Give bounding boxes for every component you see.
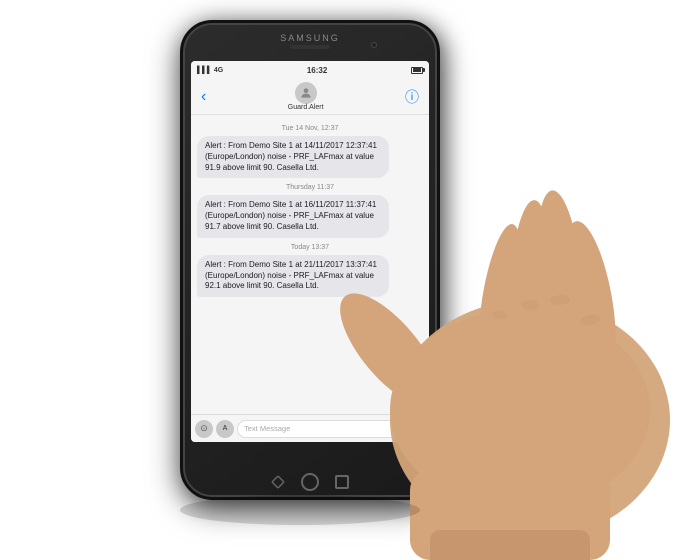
contact-info[interactable]: Guard.Alert xyxy=(288,82,324,111)
avatar-icon xyxy=(299,86,313,100)
phone-wrapper: SAMSUNG ▌▌▌ 4G 16:32 xyxy=(180,20,440,500)
messages-area: Tue 14 Nov, 12:37 Alert : From Demo Site… xyxy=(191,115,429,414)
status-bar: ▌▌▌ 4G 16:32 xyxy=(191,61,429,79)
input-bar: ⊙ A Text Message xyxy=(191,414,429,442)
battery-indicator xyxy=(411,67,423,74)
front-camera xyxy=(371,42,377,48)
camera-icon: ⊙ xyxy=(200,423,208,434)
message-text-2: Alert : From Demo Site 1 at 16/11/2017 1… xyxy=(205,200,381,232)
samsung-brand-label: SAMSUNG xyxy=(280,33,340,43)
date-label-3: Today 13:37 xyxy=(197,244,423,251)
info-button[interactable]: ⓘ xyxy=(405,87,419,107)
message-bubble-3: Alert : From Demo Site 1 at 21/11/2017 1… xyxy=(197,255,389,297)
send-icon xyxy=(411,424,421,434)
date-label-1: Tue 14 Nov, 12:37 xyxy=(197,125,423,132)
message-input-field[interactable]: Text Message xyxy=(237,420,404,438)
scene: SAMSUNG ▌▌▌ 4G 16:32 xyxy=(0,0,700,560)
date-label-2: Thursday 11:37 xyxy=(197,184,423,191)
apps-button[interactable]: A xyxy=(216,420,234,438)
contact-name: Guard.Alert xyxy=(288,104,324,111)
battery-icon xyxy=(411,67,423,74)
top-speaker xyxy=(290,45,330,49)
message-bubble-2: Alert : From Demo Site 1 at 16/11/2017 1… xyxy=(197,195,389,237)
camera-button[interactable]: ⊙ xyxy=(195,420,213,438)
message-text-3: Alert : From Demo Site 1 at 21/11/2017 1… xyxy=(205,260,381,292)
phone-screen: ▌▌▌ 4G 16:32 ‹ xyxy=(191,61,429,442)
back-button[interactable]: ‹ xyxy=(201,88,206,106)
apps-icon: A xyxy=(222,425,227,432)
battery-fill xyxy=(413,68,421,72)
nav-bar: ‹ Guard.Alert ⓘ xyxy=(191,79,429,115)
contact-avatar xyxy=(295,82,317,104)
bottom-nav-bar xyxy=(271,473,349,491)
hardware-recent-button[interactable] xyxy=(335,475,349,489)
hardware-back-button[interactable] xyxy=(271,475,285,489)
message-bubble-1: Alert : From Demo Site 1 at 14/11/2017 1… xyxy=(197,136,389,178)
send-button[interactable] xyxy=(407,420,425,438)
message-text-1: Alert : From Demo Site 1 at 14/11/2017 1… xyxy=(205,141,381,173)
message-input-placeholder: Text Message xyxy=(244,424,290,433)
hardware-home-button[interactable] xyxy=(301,473,319,491)
back-arrow-icon: ‹ xyxy=(201,88,206,106)
phone-body: SAMSUNG ▌▌▌ 4G 16:32 xyxy=(180,20,440,500)
signal-indicator: ▌▌▌ 4G xyxy=(197,67,223,74)
time-display: 16:32 xyxy=(307,66,327,75)
